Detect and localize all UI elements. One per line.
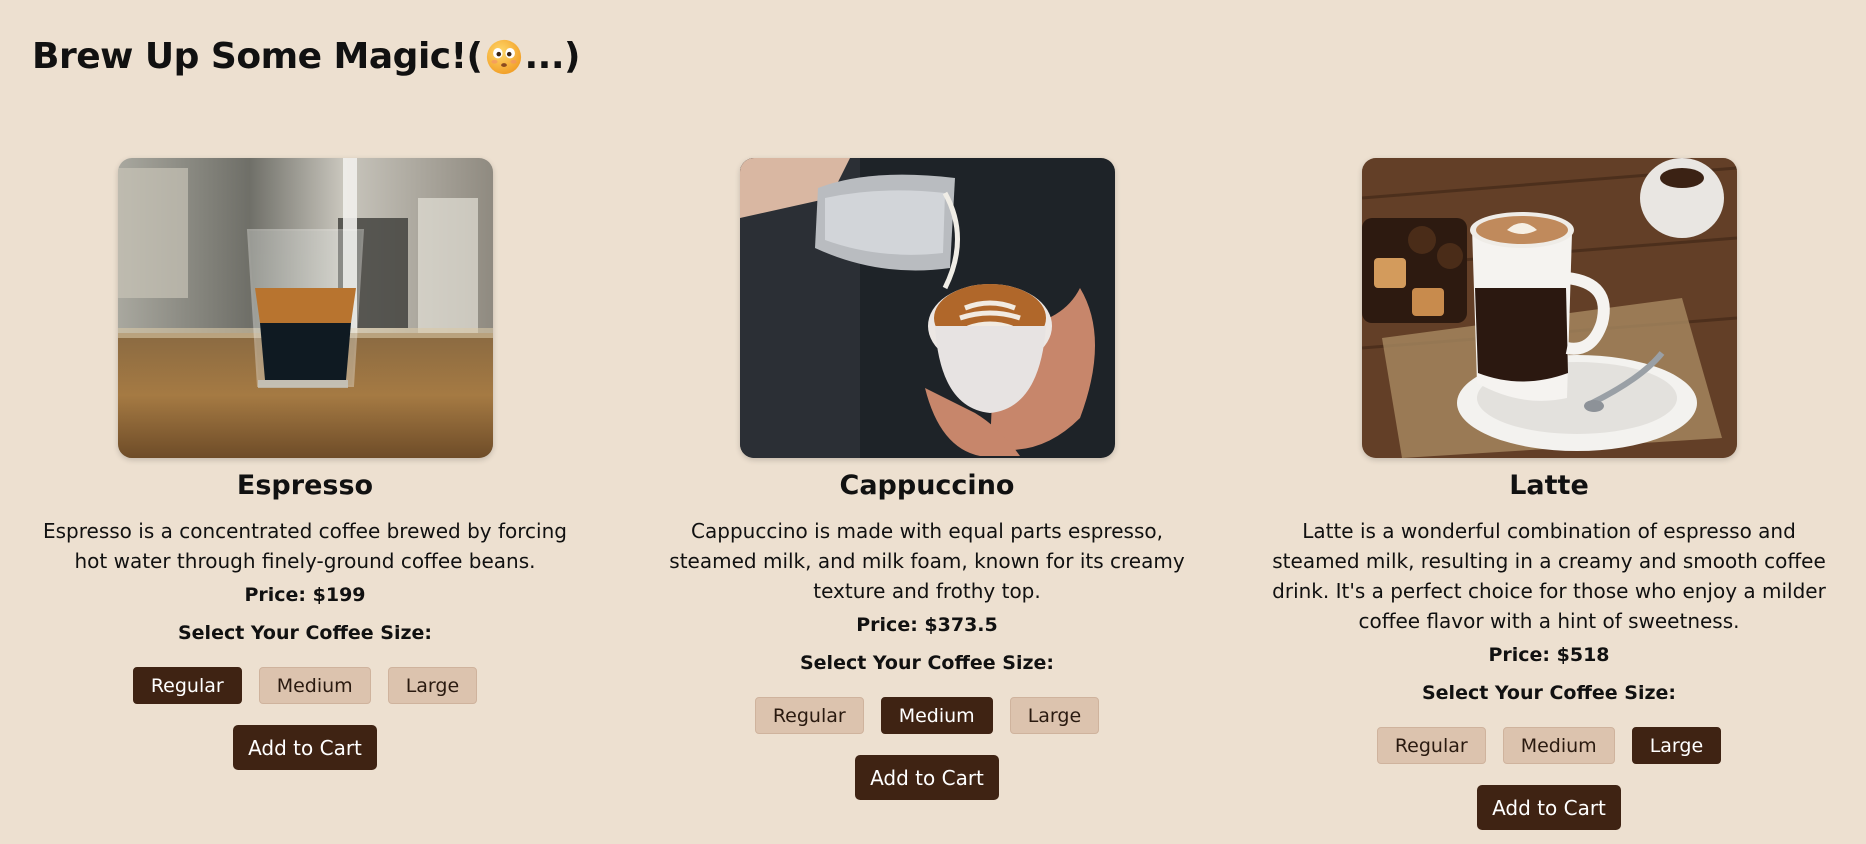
size-regular-button[interactable]: Regular: [1376, 727, 1486, 764]
product-card-espresso: Espresso Espresso is a concentrated coff…: [25, 158, 585, 770]
size-selector-label: Select Your Coffee Size:: [177, 622, 433, 644]
product-description: Cappuccino is made with equal parts espr…: [669, 519, 1185, 603]
size-selector-label: Select Your Coffee Size:: [799, 652, 1055, 674]
size-selector: Regular Medium Large: [754, 697, 1100, 734]
add-to-cart-button[interactable]: Add to Cart: [233, 725, 377, 770]
flushed-face-emoji-icon: [486, 39, 521, 74]
size-selector-label: Select Your Coffee Size:: [1421, 682, 1677, 704]
latte-photo: [1361, 158, 1737, 458]
product-card-latte: Latte Latte is a wonderful combination o…: [1269, 158, 1829, 830]
size-large-button[interactable]: Large: [387, 667, 478, 704]
product-price: Price: $518: [1488, 644, 1610, 666]
product-description: Latte is a wonderful combination of espr…: [1272, 519, 1826, 633]
size-regular-button[interactable]: Regular: [132, 667, 242, 704]
size-large-button[interactable]: Large: [1631, 727, 1722, 764]
product-name: Cappuccino: [839, 470, 1015, 501]
cappuccino-photo: [739, 158, 1115, 458]
size-medium-button[interactable]: Medium: [258, 667, 371, 704]
product-name: Espresso: [236, 470, 374, 501]
product-card-cappuccino: Cappuccino Cappuccino is made with equal…: [647, 158, 1207, 800]
size-selector: Regular Medium Large: [1376, 727, 1722, 764]
espresso-photo: [117, 158, 493, 458]
size-selector: Regular Medium Large: [132, 667, 478, 704]
size-medium-button[interactable]: Medium: [880, 697, 993, 734]
product-description: Espresso is a concentrated coffee brewed…: [43, 519, 567, 573]
page-title: Brew Up Some Magic!( ...): [32, 36, 580, 77]
size-large-button[interactable]: Large: [1009, 697, 1100, 734]
size-regular-button[interactable]: Regular: [754, 697, 864, 734]
product-price: Price: $199: [244, 584, 366, 606]
add-to-cart-button[interactable]: Add to Cart: [1477, 785, 1621, 830]
size-medium-button[interactable]: Medium: [1502, 727, 1615, 764]
add-to-cart-button[interactable]: Add to Cart: [855, 755, 999, 800]
page-title-suffix: ...): [524, 36, 581, 77]
coffee-shop-page: Brew Up Some Magic!( ...) Espresso Espre…: [0, 0, 1866, 844]
page-title-prefix: Brew Up Some Magic!(: [32, 36, 483, 77]
product-name: Latte: [1509, 470, 1589, 501]
product-price: Price: $373.5: [856, 614, 998, 636]
